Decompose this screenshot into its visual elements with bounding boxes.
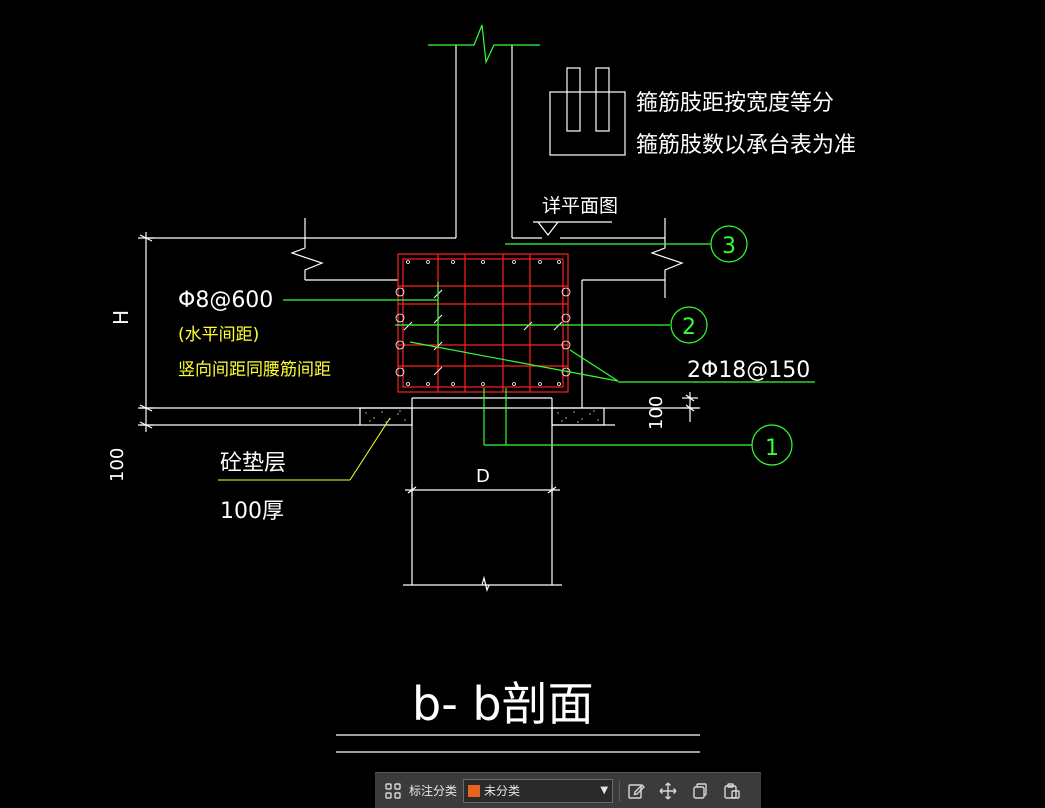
toolbar-divider	[619, 779, 621, 802]
pad-label-2: 100厚	[220, 499, 284, 524]
height-label: H	[109, 310, 133, 325]
category-label: 标注分类	[409, 784, 458, 798]
detail-ref-label: 详平面图	[542, 195, 618, 217]
stirrup-ticks	[403, 289, 563, 376]
structure-lines	[138, 45, 700, 753]
callout-2-label: 2	[682, 315, 696, 340]
pad-hatch	[365, 410, 599, 423]
category-select[interactable]: 未分类 ▼	[463, 778, 614, 803]
stirrup-note-2: 竖向间距同腰筋间距	[178, 360, 331, 380]
width-label: D	[476, 466, 490, 487]
category-color-swatch	[468, 784, 481, 797]
note-line-2: 箍筋肢数以承台表为准	[636, 133, 856, 158]
section-title: b- b剖面	[412, 677, 594, 731]
callout-1-label: 1	[765, 436, 779, 461]
bar-spec-label: 2Φ18@150	[687, 358, 810, 383]
chevron-down-icon: ▼	[600, 785, 609, 796]
dim-100-right: 100	[646, 396, 667, 430]
stirrup-spec-label: Φ8@600	[178, 288, 273, 313]
stirrup-note-1: (水平间距)	[178, 325, 259, 345]
dim-100-left: 100	[107, 448, 128, 482]
edit-icon[interactable]	[626, 781, 646, 801]
callout-3-label: 3	[722, 234, 736, 259]
pad-label-1: 砼垫层	[220, 451, 286, 476]
rebar-cage	[397, 253, 569, 393]
annotation-toolbar: 标注分类 未分类 ▼	[375, 772, 761, 808]
copy-icon[interactable]	[690, 781, 710, 801]
move-icon[interactable]	[658, 781, 678, 801]
category-select-value: 未分类	[484, 784, 521, 798]
paste-icon[interactable]	[722, 781, 742, 801]
note-line-1: 箍筋肢距按宽度等分	[636, 91, 834, 116]
pad-leader	[349, 417, 391, 481]
cad-drawing-canvas: 箍筋肢距按宽度等分 箍筋肢数以承台表为准 详平面图 Φ8@600 (水平间距) …	[107, 24, 856, 753]
grid-icon[interactable]	[383, 781, 403, 801]
